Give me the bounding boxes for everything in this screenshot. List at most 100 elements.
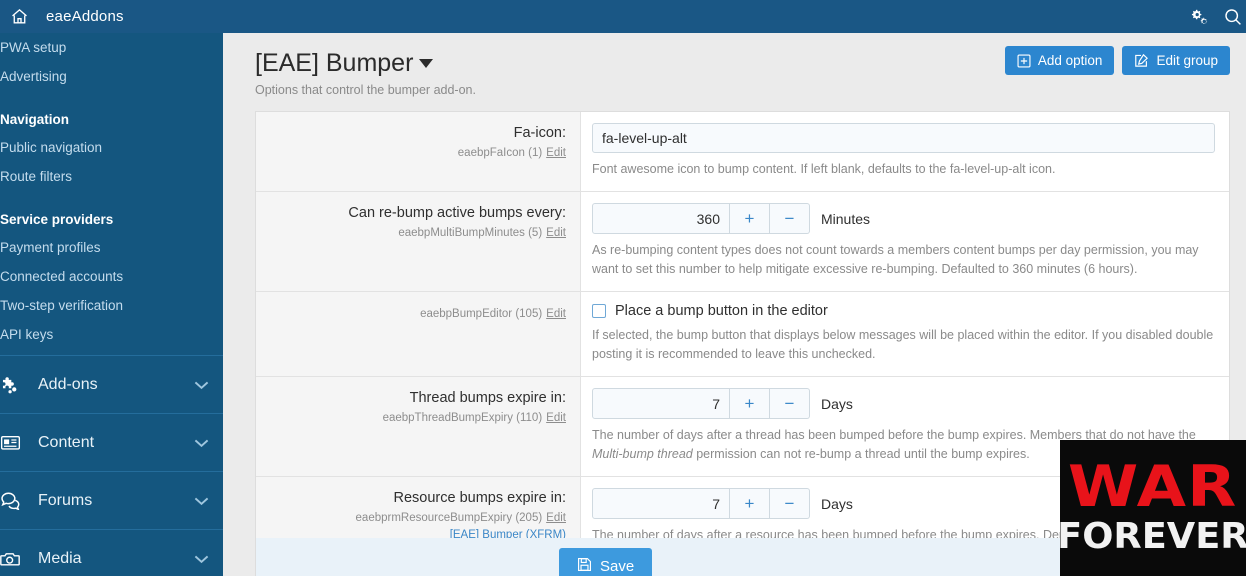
puzzle-piece-icon xyxy=(0,376,30,394)
sidebar-item-pwa-setup[interactable]: PWA setup xyxy=(0,33,223,62)
number-input[interactable] xyxy=(592,203,730,234)
sidebar-section-content[interactable]: Content xyxy=(0,413,223,471)
sidebar-section-list: Add-ons Content Forums Media xyxy=(0,355,223,576)
add-option-label: Add option xyxy=(1037,53,1103,68)
save-label: Save xyxy=(600,558,635,575)
number-input[interactable] xyxy=(592,388,730,419)
edit-group-button[interactable]: Edit group xyxy=(1122,46,1230,75)
form-field-help-text: Font awesome icon to bump content. If le… xyxy=(592,162,1056,176)
top-bar: eaeAddons xyxy=(0,0,1246,33)
search-icon[interactable] xyxy=(1223,7,1242,26)
form-row-label-cell: Thread bumps expire in: eaebpThreadBumpEx… xyxy=(256,377,581,476)
war-forever-overlay-image: WAR FOREVER xyxy=(1060,440,1246,576)
sidebar-item-public-navigation[interactable]: Public navigation xyxy=(0,133,223,162)
plus-square-icon xyxy=(1017,53,1031,68)
form-row-label-cell: Can re-bump active bumps every: eaebpMult… xyxy=(256,192,581,291)
form-field-label: Resource bumps expire in: xyxy=(393,490,566,506)
sidebar-section-label: Content xyxy=(38,433,95,451)
fa-icon-input[interactable] xyxy=(592,123,1215,153)
bump-editor-checkbox[interactable] xyxy=(592,304,606,318)
chevron-down-icon[interactable] xyxy=(419,58,434,68)
edit-option-link[interactable]: Edit xyxy=(546,512,566,524)
addon-link[interactable]: [EAE] Bumper (XFRM) xyxy=(450,529,566,538)
sidebar-item-connected-accounts[interactable]: Connected accounts xyxy=(0,262,223,291)
sidebar-section-label: Forums xyxy=(38,491,93,509)
form-row-control-cell: Font awesome icon to bump content. If le… xyxy=(581,112,1229,191)
form-field-help-text: If selected, the bump button that displa… xyxy=(592,328,1214,361)
form-field-label: Fa-icon: xyxy=(513,125,566,141)
edit-group-label: Edit group xyxy=(1156,53,1218,68)
number-stepper: +−Days xyxy=(592,388,1215,419)
help-text-post: permission can not re-bump a thread unti… xyxy=(692,447,1030,461)
form-row: Fa-icon: eaebpFaIcon (1)Edit Font awesome … xyxy=(256,112,1229,192)
overlay-line-1: WAR xyxy=(1068,454,1238,520)
form-row-label-cell: eaebpBumpEditor (105) Edit xyxy=(256,292,581,376)
sidebar-heading: Service providers xyxy=(0,212,114,227)
floppy-disk-icon xyxy=(577,557,592,576)
increment-button[interactable]: + xyxy=(730,488,770,519)
unit-label: Days xyxy=(821,495,853,512)
form-field-meta: eaebpBumpEditor (105) Edit xyxy=(266,306,566,322)
page-header: [EAE] Bumper Options that control the bu… xyxy=(255,48,476,97)
form-row-control-cell: Place a bump button in the editor If sele… xyxy=(581,292,1229,376)
sidebar-section-forums[interactable]: Forums xyxy=(0,471,223,529)
number-input[interactable] xyxy=(592,488,730,519)
unit-label: Days xyxy=(821,395,853,412)
page-subtitle: Options that control the bumper add-on. xyxy=(255,83,476,97)
chevron-down-icon[interactable] xyxy=(194,496,209,506)
increment-button[interactable]: + xyxy=(730,388,770,419)
home-icon[interactable] xyxy=(6,4,32,30)
sidebar-item-advertising[interactable]: Advertising xyxy=(0,62,223,91)
increment-button[interactable]: + xyxy=(730,203,770,234)
save-button[interactable]: Save xyxy=(559,548,653,576)
form-field-label: Thread bumps expire in: xyxy=(409,390,566,406)
edit-option-link[interactable]: Edit xyxy=(546,412,566,424)
form-row: eaebpBumpEditor (105) Edit Place a bump bu… xyxy=(256,292,1229,377)
chevron-down-icon[interactable] xyxy=(194,438,209,448)
camera-icon xyxy=(0,550,30,568)
form-field-meta: eaebpFaIcon (1) Edit xyxy=(266,145,566,161)
pencil-square-icon xyxy=(1134,53,1149,68)
addon-link-wrap: [EAE] Bumper (XFRM) xyxy=(266,527,566,538)
option-id: eaebpBumpEditor (105) xyxy=(420,308,543,320)
edit-option-link[interactable]: Edit xyxy=(546,147,566,159)
sidebar-link-list: PWA setup Advertising Navigation Public nav… xyxy=(0,33,223,388)
form-row-label-cell: Fa-icon: eaebpFaIcon (1) Edit xyxy=(256,112,581,191)
form-row-label-cell: Resource bumps expire in: eaebprmResource… xyxy=(256,477,581,538)
option-id: eaebpFaIcon (1) xyxy=(457,147,543,159)
add-option-button[interactable]: Add option xyxy=(1004,46,1115,75)
checkbox-label: Place a bump button in the editor xyxy=(615,303,828,319)
form-field-meta: eaebprmResourceBumpExpiry (205) Edit xyxy=(266,510,566,526)
brand-title: eaeAddons xyxy=(46,8,124,25)
option-id: eaebpThreadBumpExpiry (110) xyxy=(382,412,543,424)
form-row-control-cell: +−Minutes As re-bumping content types doe… xyxy=(581,192,1229,291)
checkbox-row[interactable]: Place a bump button in the editor xyxy=(592,303,1215,319)
form-field-label: Can re-bump active bumps every: xyxy=(348,205,566,221)
unit-label: Minutes xyxy=(821,210,871,227)
overlay-line-2: FOREVER xyxy=(1060,516,1246,557)
sidebar-section-media[interactable]: Media xyxy=(0,529,223,576)
content-card-icon xyxy=(0,434,30,451)
comments-icon xyxy=(0,491,30,510)
sidebar-heading: Navigation xyxy=(0,112,70,127)
sidebar-item-payment-profiles[interactable]: Payment profiles xyxy=(0,233,223,262)
sidebar-item-api-keys[interactable]: API keys xyxy=(0,320,223,349)
sidebar-section-label: Add-ons xyxy=(38,375,98,393)
sidebar-section-add-ons[interactable]: Add-ons xyxy=(0,355,223,413)
edit-option-link[interactable]: Edit xyxy=(546,308,566,320)
decrement-button[interactable]: − xyxy=(770,488,810,519)
sidebar-item-route-filters[interactable]: Route filters xyxy=(0,162,223,191)
page-title[interactable]: [EAE] Bumper xyxy=(255,48,476,78)
decrement-button[interactable]: − xyxy=(770,203,810,234)
edit-option-link[interactable]: Edit xyxy=(546,227,566,239)
help-text-emphasis: Multi-bump thread xyxy=(592,447,693,461)
chevron-down-icon[interactable] xyxy=(194,380,209,390)
number-stepper: +−Minutes xyxy=(592,203,1215,234)
sidebar-item-two-step-verification[interactable]: Two-step verification xyxy=(0,291,223,320)
decrement-button[interactable]: − xyxy=(770,388,810,419)
chevron-down-icon[interactable] xyxy=(194,554,209,564)
option-id: eaebprmResourceBumpExpiry (205) xyxy=(355,512,543,524)
cogs-icon[interactable] xyxy=(1190,8,1209,25)
